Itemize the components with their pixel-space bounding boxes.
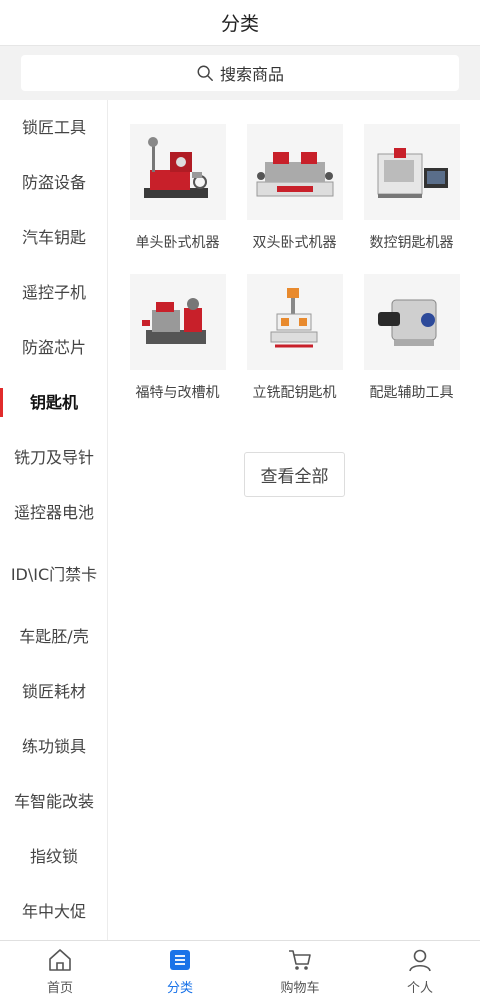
cart-icon xyxy=(289,949,311,970)
tab-label: 首页 xyxy=(46,980,73,996)
sidebar-item-fingerprint-locks[interactable]: 指纹锁 xyxy=(0,829,107,884)
user-icon xyxy=(409,949,431,971)
sidebar-item-anti-theft-devices[interactable]: 防盗设备 xyxy=(0,155,107,210)
key-auxiliary-tool-image xyxy=(363,274,460,370)
product-name: 立铣配钥匙机 xyxy=(252,385,337,401)
search-icon xyxy=(197,65,213,81)
product-card[interactable]: 数控钥匙机器 xyxy=(353,124,470,270)
tab-label: 购物车 xyxy=(280,980,320,996)
product-card[interactable]: 配匙辅助工具 xyxy=(353,274,470,420)
vertical-milling-machine-image xyxy=(246,274,343,370)
product-card[interactable]: 双头卧式机器 xyxy=(236,124,353,270)
sidebar-item-car-keys[interactable]: 汽车钥匙 xyxy=(0,210,107,265)
bottom-tab-bar: 首页 分类 购物车 个人 xyxy=(0,940,480,1000)
key-machine-single-image xyxy=(129,124,226,220)
search-area: 搜索商品 xyxy=(0,46,480,100)
search-input[interactable]: 搜索商品 xyxy=(21,55,459,91)
page-title: 分类 xyxy=(220,13,259,35)
sidebar-item-smart-car-mods[interactable]: 车智能改装 xyxy=(0,774,107,829)
sidebar-item-practice-locks[interactable]: 练功锁具 xyxy=(0,719,107,774)
sidebar-item-key-blanks[interactable]: 车匙胚/壳 xyxy=(0,609,107,664)
product-name: 单头卧式机器 xyxy=(135,235,220,251)
product-name: 配匙辅助工具 xyxy=(369,385,454,401)
product-card[interactable]: 立铣配钥匙机 xyxy=(236,274,353,420)
ford-groove-machine-image xyxy=(129,274,226,370)
tab-cart[interactable]: 购物车 xyxy=(240,941,360,1000)
sidebar-item-key-machines[interactable]: 钥匙机 xyxy=(0,375,107,430)
sidebar-item-locksmith-tools[interactable]: 锁匠工具 xyxy=(0,100,107,155)
tab-home[interactable]: 首页 xyxy=(0,941,120,1000)
sidebar-item-midyear-sale[interactable]: 年中大促 xyxy=(0,884,107,939)
tab-label: 个人 xyxy=(406,980,433,996)
sidebar-item-remote-units[interactable]: 遥控子机 xyxy=(0,265,107,320)
sidebar-item-access-cards[interactable]: ID\IC门禁卡 xyxy=(0,540,107,609)
cnc-key-machine-image xyxy=(363,124,460,220)
product-name: 数控钥匙机器 xyxy=(369,235,454,251)
sidebar-item-transponder-chips[interactable]: 防盗芯片 xyxy=(0,320,107,375)
key-machine-double-image xyxy=(246,124,343,220)
product-card[interactable]: 单头卧式机器 xyxy=(119,124,236,270)
tab-label: 分类 xyxy=(166,980,193,996)
sidebar-item-cutters-guides[interactable]: 铣刀及导针 xyxy=(0,430,107,485)
search-placeholder: 搜索商品 xyxy=(219,65,284,84)
view-all-button[interactable]: 查看全部 xyxy=(244,452,345,497)
product-grid: 单头卧式机器 双头卧式机器 数控钥匙机器 福特与改槽机 立铣配钥匙机 配匙辅助工… xyxy=(119,124,470,420)
home-icon xyxy=(49,948,71,971)
category-content: 单头卧式机器 双头卧式机器 数控钥匙机器 福特与改槽机 立铣配钥匙机 配匙辅助工… xyxy=(109,100,480,940)
app-header: 分类 xyxy=(0,0,480,46)
tab-profile[interactable]: 个人 xyxy=(360,941,480,1000)
category-icon xyxy=(170,949,190,970)
category-sidebar: 锁匠工具 防盗设备 汽车钥匙 遥控子机 防盗芯片 钥匙机 铣刀及导针 遥控器电池… xyxy=(0,100,108,940)
product-card[interactable]: 福特与改槽机 xyxy=(119,274,236,420)
sidebar-item-remote-batteries[interactable]: 遥控器电池 xyxy=(0,485,107,540)
tab-category[interactable]: 分类 xyxy=(120,941,240,1000)
product-name: 双头卧式机器 xyxy=(252,235,337,251)
product-name: 福特与改槽机 xyxy=(135,385,220,401)
sidebar-item-locksmith-supplies[interactable]: 锁匠耗材 xyxy=(0,664,107,719)
